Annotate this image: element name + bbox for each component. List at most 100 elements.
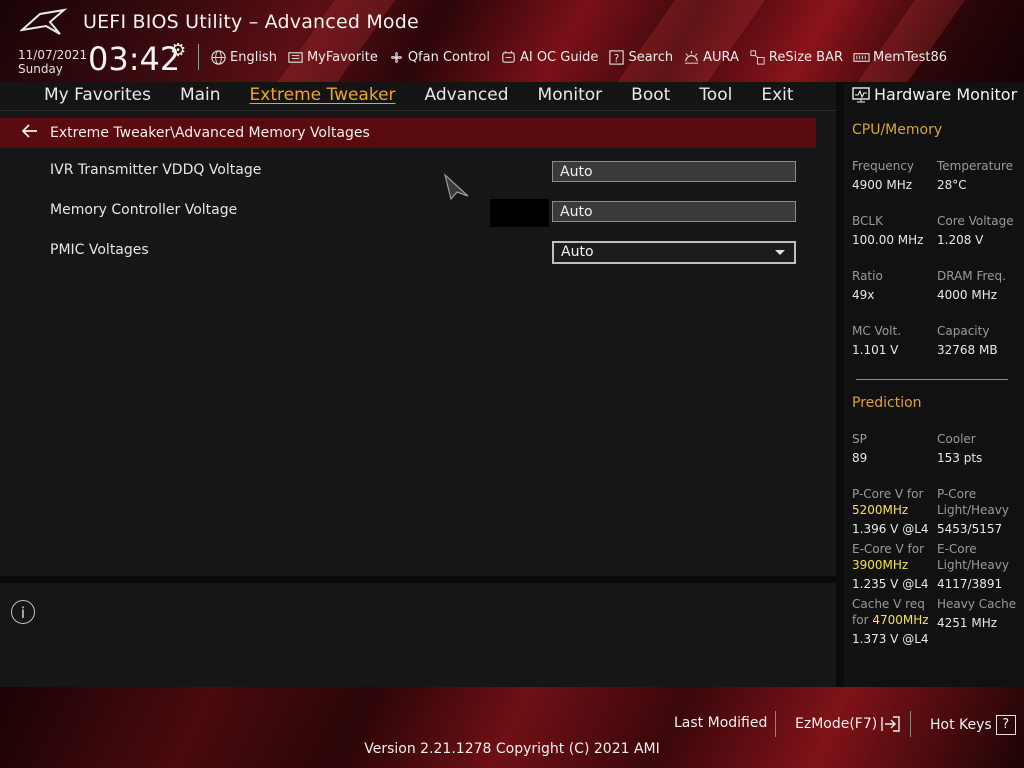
setting-label: Memory Controller Voltage bbox=[50, 202, 238, 218]
temperature-value: 28°C bbox=[937, 178, 967, 192]
toolbar-english[interactable]: English bbox=[210, 49, 277, 66]
header-decoration bbox=[597, 0, 773, 82]
fan-icon bbox=[390, 51, 402, 63]
heavy-cache-label: Heavy Cache bbox=[937, 597, 1017, 611]
select-value: Auto bbox=[561, 244, 594, 260]
sp-label: SP bbox=[852, 432, 867, 446]
toolbar-ai-oc-guide[interactable]: AI OC Guide bbox=[500, 49, 598, 66]
tab-advanced[interactable]: Advanced bbox=[425, 85, 509, 105]
toolbar-label: AI OC Guide bbox=[519, 49, 599, 65]
frequency-value: 4900 MHz bbox=[852, 178, 913, 192]
mc-volt-label: MC Volt. bbox=[852, 324, 902, 338]
footer-divider bbox=[910, 711, 911, 737]
setting-label: PMIC Voltages bbox=[50, 242, 149, 258]
dram-freq-label: DRAM Freq. bbox=[937, 269, 1006, 283]
bclk-value: 100.00 MHz bbox=[852, 233, 924, 247]
day-text: Sunday bbox=[18, 62, 63, 76]
cache-v-value: 1.373 V @L4 bbox=[852, 632, 929, 646]
toolbar-aura[interactable]: AURA bbox=[683, 49, 739, 66]
toolbar-memtest86[interactable]: MemTest86 bbox=[853, 49, 947, 66]
settings-panel: Extreme Tweaker\Advanced Memory Voltages… bbox=[0, 111, 836, 576]
ecore-v-label-text: E-Core V for bbox=[852, 542, 925, 556]
exit-arrow-icon bbox=[881, 716, 900, 732]
toolbar-label: MyFavorite bbox=[306, 49, 378, 65]
ezmode-label: EzMode(F7) bbox=[795, 716, 878, 732]
version-text: Version 2.21.1278 Copyright (C) 2021 AMI bbox=[364, 741, 660, 757]
resize-bar-icon bbox=[750, 49, 765, 65]
footer-bar: Last Modified EzMode(F7) Hot Keys ? Vers… bbox=[0, 687, 1024, 768]
back-arrow-icon[interactable] bbox=[21, 123, 42, 143]
info-icon: i bbox=[11, 600, 35, 624]
monitor-icon bbox=[852, 86, 870, 102]
last-modified-button[interactable]: Last Modified bbox=[674, 715, 767, 731]
pcore-lh-label-line1: P-Core bbox=[937, 487, 977, 501]
pcore-lh-value: 5453/5157 bbox=[937, 522, 1003, 536]
header-decoration bbox=[837, 0, 973, 82]
tab-monitor[interactable]: Monitor bbox=[538, 85, 603, 105]
ratio-value: 49x bbox=[852, 288, 875, 302]
hardware-monitor-title: Hardware Monitor bbox=[852, 85, 1017, 104]
favorite-icon bbox=[288, 51, 303, 63]
toolbar-search[interactable]: ? Search bbox=[608, 49, 673, 66]
memtest-icon bbox=[853, 52, 870, 62]
heavy-cache-value: 4251 MHz bbox=[937, 616, 998, 630]
tab-main[interactable]: Main bbox=[180, 85, 221, 105]
hot-keys-button[interactable]: Hot Keys ? bbox=[930, 715, 1016, 735]
ecore-v-freq: 3900MHz bbox=[852, 558, 909, 572]
toolbar-label: ReSize BAR bbox=[768, 49, 844, 65]
breadcrumb-text: Extreme Tweaker\Advanced Memory Voltages bbox=[50, 125, 370, 141]
tab-exit[interactable]: Exit bbox=[761, 85, 793, 105]
clock: 03:42 bbox=[88, 40, 181, 78]
search-icon: ? bbox=[609, 49, 625, 64]
mouse-cursor-icon bbox=[443, 173, 469, 201]
gear-icon[interactable]: ⚙ bbox=[170, 40, 186, 61]
ecore-lh-label-line2: Light/Heavy bbox=[937, 558, 1009, 572]
cache-v-freq: 4700MHz bbox=[872, 613, 929, 627]
frequency-label: Frequency bbox=[852, 159, 914, 173]
ecore-lh-label-line1: E-Core bbox=[937, 542, 977, 556]
footer-divider bbox=[775, 711, 776, 737]
toolbar-qfan[interactable]: Qfan Control bbox=[388, 49, 490, 66]
memory-controller-voltage-field[interactable]: Auto bbox=[552, 201, 796, 222]
cpu-memory-heading: CPU/Memory bbox=[852, 122, 943, 138]
tab-boot[interactable]: Boot bbox=[631, 85, 670, 105]
toolbar-resize-bar[interactable]: ReSize BAR bbox=[749, 49, 843, 66]
cooler-label: Cooler bbox=[937, 432, 976, 446]
divider bbox=[198, 44, 199, 70]
date-text: 11/07/2021 bbox=[18, 48, 88, 62]
app-title: UEFI BIOS Utility – Advanced Mode bbox=[83, 11, 419, 33]
help-panel: i bbox=[0, 583, 836, 687]
toolbar-label: English bbox=[230, 49, 277, 65]
core-voltage-value: 1.208 V bbox=[937, 233, 984, 247]
cache-v-label-line1: Cache V req bbox=[852, 597, 925, 611]
value-display bbox=[490, 199, 549, 227]
chevron-down-icon bbox=[775, 250, 785, 255]
date-display: 11/07/2021 Sunday bbox=[18, 48, 87, 76]
ivr-vddq-voltage-field[interactable]: Auto bbox=[552, 161, 796, 182]
toolbar-label: MemTest86 bbox=[873, 49, 948, 65]
core-voltage-label: Core Voltage bbox=[937, 214, 1014, 228]
toolbar-label: Search bbox=[628, 49, 674, 65]
tab-tool[interactable]: Tool bbox=[699, 85, 732, 105]
pcore-v-label: P-Core V for 5200MHz bbox=[852, 486, 923, 518]
hot-keys-label: Hot Keys bbox=[930, 717, 992, 733]
ecore-lh-value: 4117/3891 bbox=[937, 577, 1003, 591]
ecore-v-value: 1.235 V @L4 bbox=[852, 577, 929, 591]
tab-my-favorites[interactable]: My Favorites bbox=[44, 85, 151, 105]
breadcrumb: Extreme Tweaker\Advanced Memory Voltages bbox=[0, 118, 816, 148]
toolbar-label: Qfan Control bbox=[407, 49, 490, 65]
ratio-label: Ratio bbox=[852, 269, 883, 283]
aura-icon bbox=[684, 50, 699, 64]
bclk-label: BCLK bbox=[852, 214, 883, 228]
hardware-monitor-label: Hardware Monitor bbox=[874, 85, 1018, 104]
ecore-lh-label: E-Core Light/Heavy bbox=[937, 541, 1009, 573]
ezmode-button[interactable]: EzMode(F7) bbox=[795, 715, 901, 733]
cache-v-label-line2: for 4700MHz bbox=[852, 612, 929, 628]
pmic-voltages-select[interactable]: Auto bbox=[552, 241, 796, 264]
ecore-v-label: E-Core V for 3900MHz bbox=[852, 541, 924, 573]
pcore-v-value: 1.396 V @L4 bbox=[852, 522, 929, 536]
pcore-lh-label: P-Core Light/Heavy bbox=[937, 486, 1009, 518]
toolbar-myfavorite[interactable]: MyFavorite bbox=[287, 49, 378, 66]
tab-extreme-tweaker[interactable]: Extreme Tweaker bbox=[250, 85, 396, 105]
setting-label: IVR Transmitter VDDQ Voltage bbox=[50, 162, 262, 178]
